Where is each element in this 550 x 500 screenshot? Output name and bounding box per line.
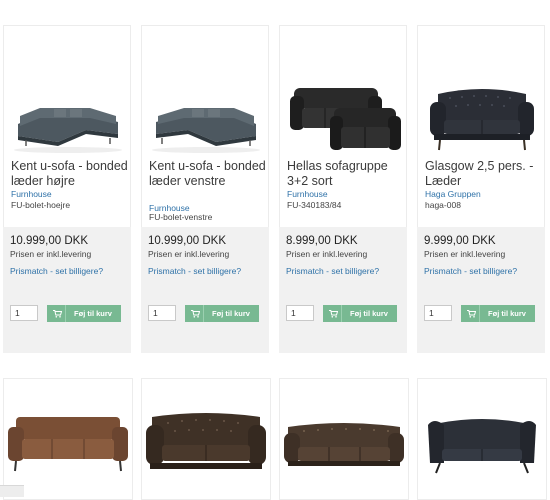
add-to-cart-button[interactable]: Føj til kurv [185, 305, 259, 322]
price-info: Prisen er inkl.levering [286, 249, 368, 259]
brand-link[interactable]: Furnhouse [287, 189, 328, 199]
product-sku: FU-340183/84 [287, 200, 342, 210]
price-info: Prisen er inkl.levering [10, 249, 92, 259]
product-card [141, 378, 271, 500]
add-to-cart-label: Føj til kurv [488, 309, 526, 318]
add-to-cart-button[interactable]: Føj til kurv [47, 305, 121, 322]
product-card: Kent u-sofa - bonded læder venstre Furnh… [141, 25, 269, 353]
cart-icon [326, 305, 342, 322]
product-name[interactable]: Hellas sofagruppe 3+2 sort [287, 159, 407, 189]
product-price: 8.999,00 DKK [286, 235, 358, 247]
brand-link[interactable]: Furnhouse [11, 189, 52, 199]
cart-icon [50, 305, 66, 322]
prismatch-link[interactable]: Prismatch - set billigere? [424, 266, 517, 276]
product-name[interactable]: Kent u-sofa - bonded læder højre [11, 159, 131, 189]
product-card [279, 378, 409, 500]
price-info: Prisen er inkl.levering [148, 249, 230, 259]
chesterfield-sofa-icon[interactable] [144, 403, 268, 477]
cart-icon [464, 305, 480, 322]
sofa-group-icon[interactable] [286, 64, 402, 156]
quantity-input[interactable]: 1 [10, 305, 38, 321]
quantity-input[interactable]: 1 [424, 305, 452, 321]
product-price: 9.999,00 DKK [424, 235, 496, 247]
product-name[interactable]: Kent u-sofa - bonded læder venstre [149, 159, 269, 189]
product-sku: FU-bolet-venstre [149, 212, 213, 222]
product-name[interactable]: Glasgow 2,5 pers. - Læder [425, 159, 545, 189]
add-to-cart-button[interactable]: Føj til kurv [461, 305, 535, 322]
prismatch-link[interactable]: Prismatch - set billigere? [10, 266, 103, 276]
price-info: Prisen er inkl.levering [424, 249, 506, 259]
prismatch-link[interactable]: Prismatch - set billigere? [286, 266, 379, 276]
tufted-sofa-icon[interactable] [424, 64, 540, 156]
product-card [417, 378, 547, 500]
product-card: Glasgow 2,5 pers. - Læder Haga Gruppen h… [417, 25, 545, 353]
product-sku: haga-008 [425, 200, 461, 210]
cart-icon [188, 305, 204, 322]
product-price: 10.999,00 DKK [148, 235, 227, 247]
product-sku: FU-bolet-hoejre [11, 200, 71, 210]
u-sofa-icon[interactable] [148, 64, 264, 156]
product-card: Kent u-sofa - bonded læder højre Furnhou… [3, 25, 131, 353]
corner-widget [0, 485, 24, 497]
add-to-cart-label: Føj til kurv [212, 309, 250, 318]
add-to-cart-button[interactable]: Føj til kurv [323, 305, 397, 322]
product-card [3, 378, 133, 500]
brand-link[interactable]: Haga Gruppen [425, 189, 481, 199]
product-price: 10.999,00 DKK [10, 235, 89, 247]
add-to-cart-label: Føj til kurv [350, 309, 388, 318]
quantity-input[interactable]: 1 [286, 305, 314, 321]
product-card: Hellas sofagruppe 3+2 sort Furnhouse FU-… [279, 25, 407, 353]
chesterfield-sofa-icon[interactable] [282, 403, 406, 477]
quantity-input[interactable]: 1 [148, 305, 176, 321]
prismatch-link[interactable]: Prismatch - set billigere? [148, 266, 241, 276]
wing-sofa-icon[interactable] [420, 403, 544, 477]
brown-leather-sofa-icon[interactable] [6, 403, 130, 477]
u-sofa-icon[interactable] [10, 64, 126, 156]
add-to-cart-label: Føj til kurv [74, 309, 112, 318]
